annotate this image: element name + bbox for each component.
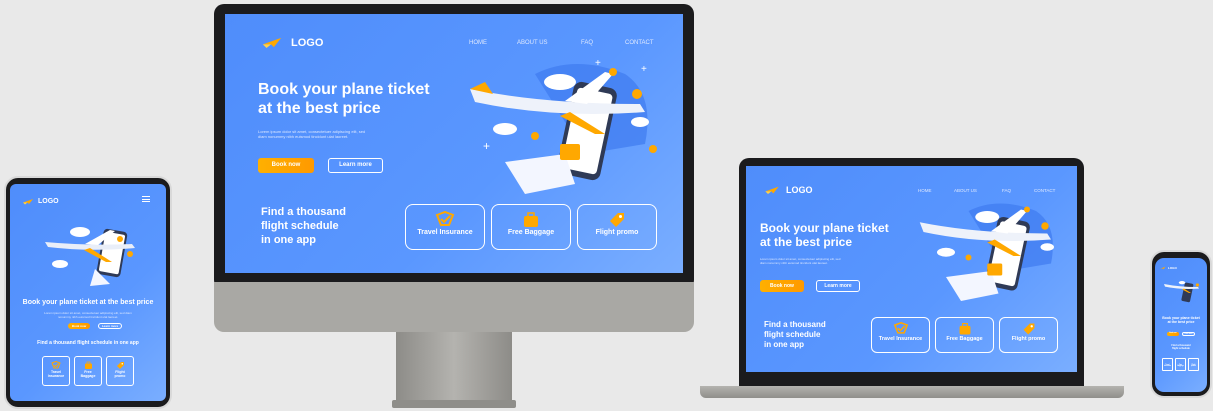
nav-home[interactable]: HOME: [469, 40, 517, 46]
logo-text: LOGO: [291, 36, 324, 49]
hero-illustration: [919, 203, 1054, 301]
monitor-book-now-button[interactable]: Book now: [258, 158, 314, 173]
hero-illustration: [45, 227, 135, 286]
plane-logo-icon: [23, 199, 33, 205]
tag-icon: [1023, 323, 1034, 335]
nav-faq[interactable]: FAQ: [1002, 188, 1034, 193]
tag-icon: [116, 362, 124, 369]
phone-tagline: Find a thousand flight schedule: [1171, 344, 1191, 351]
phone-book-now-button[interactable]: Book now: [1167, 332, 1179, 336]
svg-text:+: +: [595, 58, 601, 69]
suitcase-icon: [959, 322, 970, 335]
monitor-stand-foot: [392, 400, 516, 408]
phone-learn-more-button[interactable]: Learn more: [1182, 332, 1195, 336]
laptop-screen: LOGO HOME ABOUT US FAQ CONTACT Book your…: [746, 166, 1077, 372]
hero-illustration: + + +: [470, 58, 657, 194]
monitor-logo[interactable]: LOGO: [261, 36, 323, 49]
logo-text: LOGO: [786, 185, 813, 195]
laptop-hero-title: Book your plane ticket at the best price: [760, 221, 889, 250]
suitcase-icon: [84, 361, 92, 369]
tablet-feature-travel-insurance[interactable]: Travel Insurance: [42, 356, 70, 386]
logo-text: LOGO: [1168, 266, 1177, 270]
nav-faq[interactable]: FAQ: [581, 40, 625, 46]
monitor-chin: [214, 282, 694, 332]
laptop-book-now-button[interactable]: Book now: [760, 280, 804, 292]
laptop-feature-free-baggage[interactable]: Free Baggage: [935, 317, 994, 353]
logo-text: LOGO: [38, 198, 59, 205]
nav-contact[interactable]: CONTACT: [1034, 188, 1055, 193]
phone-logo[interactable]: LOGO: [1160, 266, 1177, 270]
tablet-device: LOGO Book your plane ticket at the best …: [4, 176, 172, 409]
laptop-learn-more-button[interactable]: Learn more: [816, 280, 860, 292]
shield-check-icon: [51, 361, 61, 369]
monitor-nav: HOME ABOUT US FAQ CONTACT: [469, 40, 654, 46]
device-mockup-stage: LOGO Book your plane ticket at the best …: [0, 0, 1213, 411]
laptop-base: [700, 386, 1124, 398]
laptop-feature-flight-promo[interactable]: Flight promo: [999, 317, 1058, 353]
plane-logo-icon: [1160, 266, 1166, 270]
laptop-hero-desc: Lorem ipsum dolor sit amet, consectetuer…: [760, 257, 841, 265]
nav-about[interactable]: ABOUT US: [517, 40, 581, 46]
tablet-tagline: Find a thousand flight schedule in one a…: [37, 340, 139, 346]
laptop-tagline: Find a thousand flight schedule in one app: [764, 320, 826, 349]
suitcase-icon: [524, 212, 538, 227]
shield-check-icon: [893, 322, 908, 334]
laptop-nav: HOME ABOUT US FAQ CONTACT: [918, 188, 1055, 193]
monitor-hero-desc: Lorem ipsum dolor sit amet, consectetuer…: [258, 129, 366, 140]
tablet-feature-free-baggage[interactable]: Free Baggage: [74, 356, 102, 386]
monitor-feature-travel-insurance[interactable]: Travel Insurance: [405, 204, 485, 250]
tablet-book-now-button[interactable]: Book now: [68, 323, 90, 329]
phone-screen: LOGO Book your plane ticket at the best p…: [1155, 258, 1207, 392]
monitor-stand-neck: [396, 332, 512, 404]
shield-check-icon: [435, 211, 455, 226]
monitor-screen: LOGO HOME ABOUT US FAQ CONTACT Book your…: [225, 14, 683, 273]
svg-text:+: +: [641, 64, 647, 75]
tag-icon: [610, 213, 624, 227]
laptop-logo[interactable]: LOGO: [764, 185, 813, 195]
phone-feature-travel-insurance[interactable]: Travel Insurance: [1162, 358, 1173, 371]
nav-home[interactable]: HOME: [918, 188, 954, 193]
tablet-logo[interactable]: LOGO: [22, 198, 59, 205]
svg-text:+: +: [483, 139, 490, 153]
plane-logo-icon: [765, 186, 779, 194]
monitor-tagline: Find a thousand flight schedule in one app: [261, 206, 346, 246]
tablet-learn-more-button[interactable]: Learn more: [98, 323, 122, 329]
nav-contact[interactable]: CONTACT: [625, 40, 654, 46]
phone-feature-free-baggage[interactable]: Free Baggage: [1175, 358, 1186, 371]
hamburger-menu-icon[interactable]: [142, 196, 150, 202]
nav-about[interactable]: ABOUT US: [954, 188, 1002, 193]
monitor-learn-more-button[interactable]: Learn more: [328, 158, 383, 173]
phone-device: LOGO Book your plane ticket at the best p…: [1150, 250, 1212, 398]
tablet-hero-title: Book your plane ticket at the best price: [22, 299, 154, 306]
plane-logo-icon: [262, 37, 282, 48]
laptop-feature-travel-insurance[interactable]: Travel Insurance: [871, 317, 930, 353]
phone-feature-flight-promo[interactable]: Flight promo: [1188, 358, 1199, 371]
monitor-hero-title: Book your plane ticket at the best price: [258, 81, 430, 118]
tablet-feature-flight-promo[interactable]: Flight promo: [106, 356, 134, 386]
tablet-screen: LOGO Book your plane ticket at the best …: [10, 184, 166, 401]
tablet-hero-desc: Lorem ipsum dolor sit amet, consectetuer…: [44, 311, 132, 319]
monitor-feature-free-baggage[interactable]: Free Baggage: [491, 204, 571, 250]
monitor-feature-flight-promo[interactable]: Flight promo: [577, 204, 657, 250]
phone-hero-title: Book your plane ticket at the best price: [1162, 316, 1200, 325]
hero-illustration: [1164, 281, 1199, 303]
